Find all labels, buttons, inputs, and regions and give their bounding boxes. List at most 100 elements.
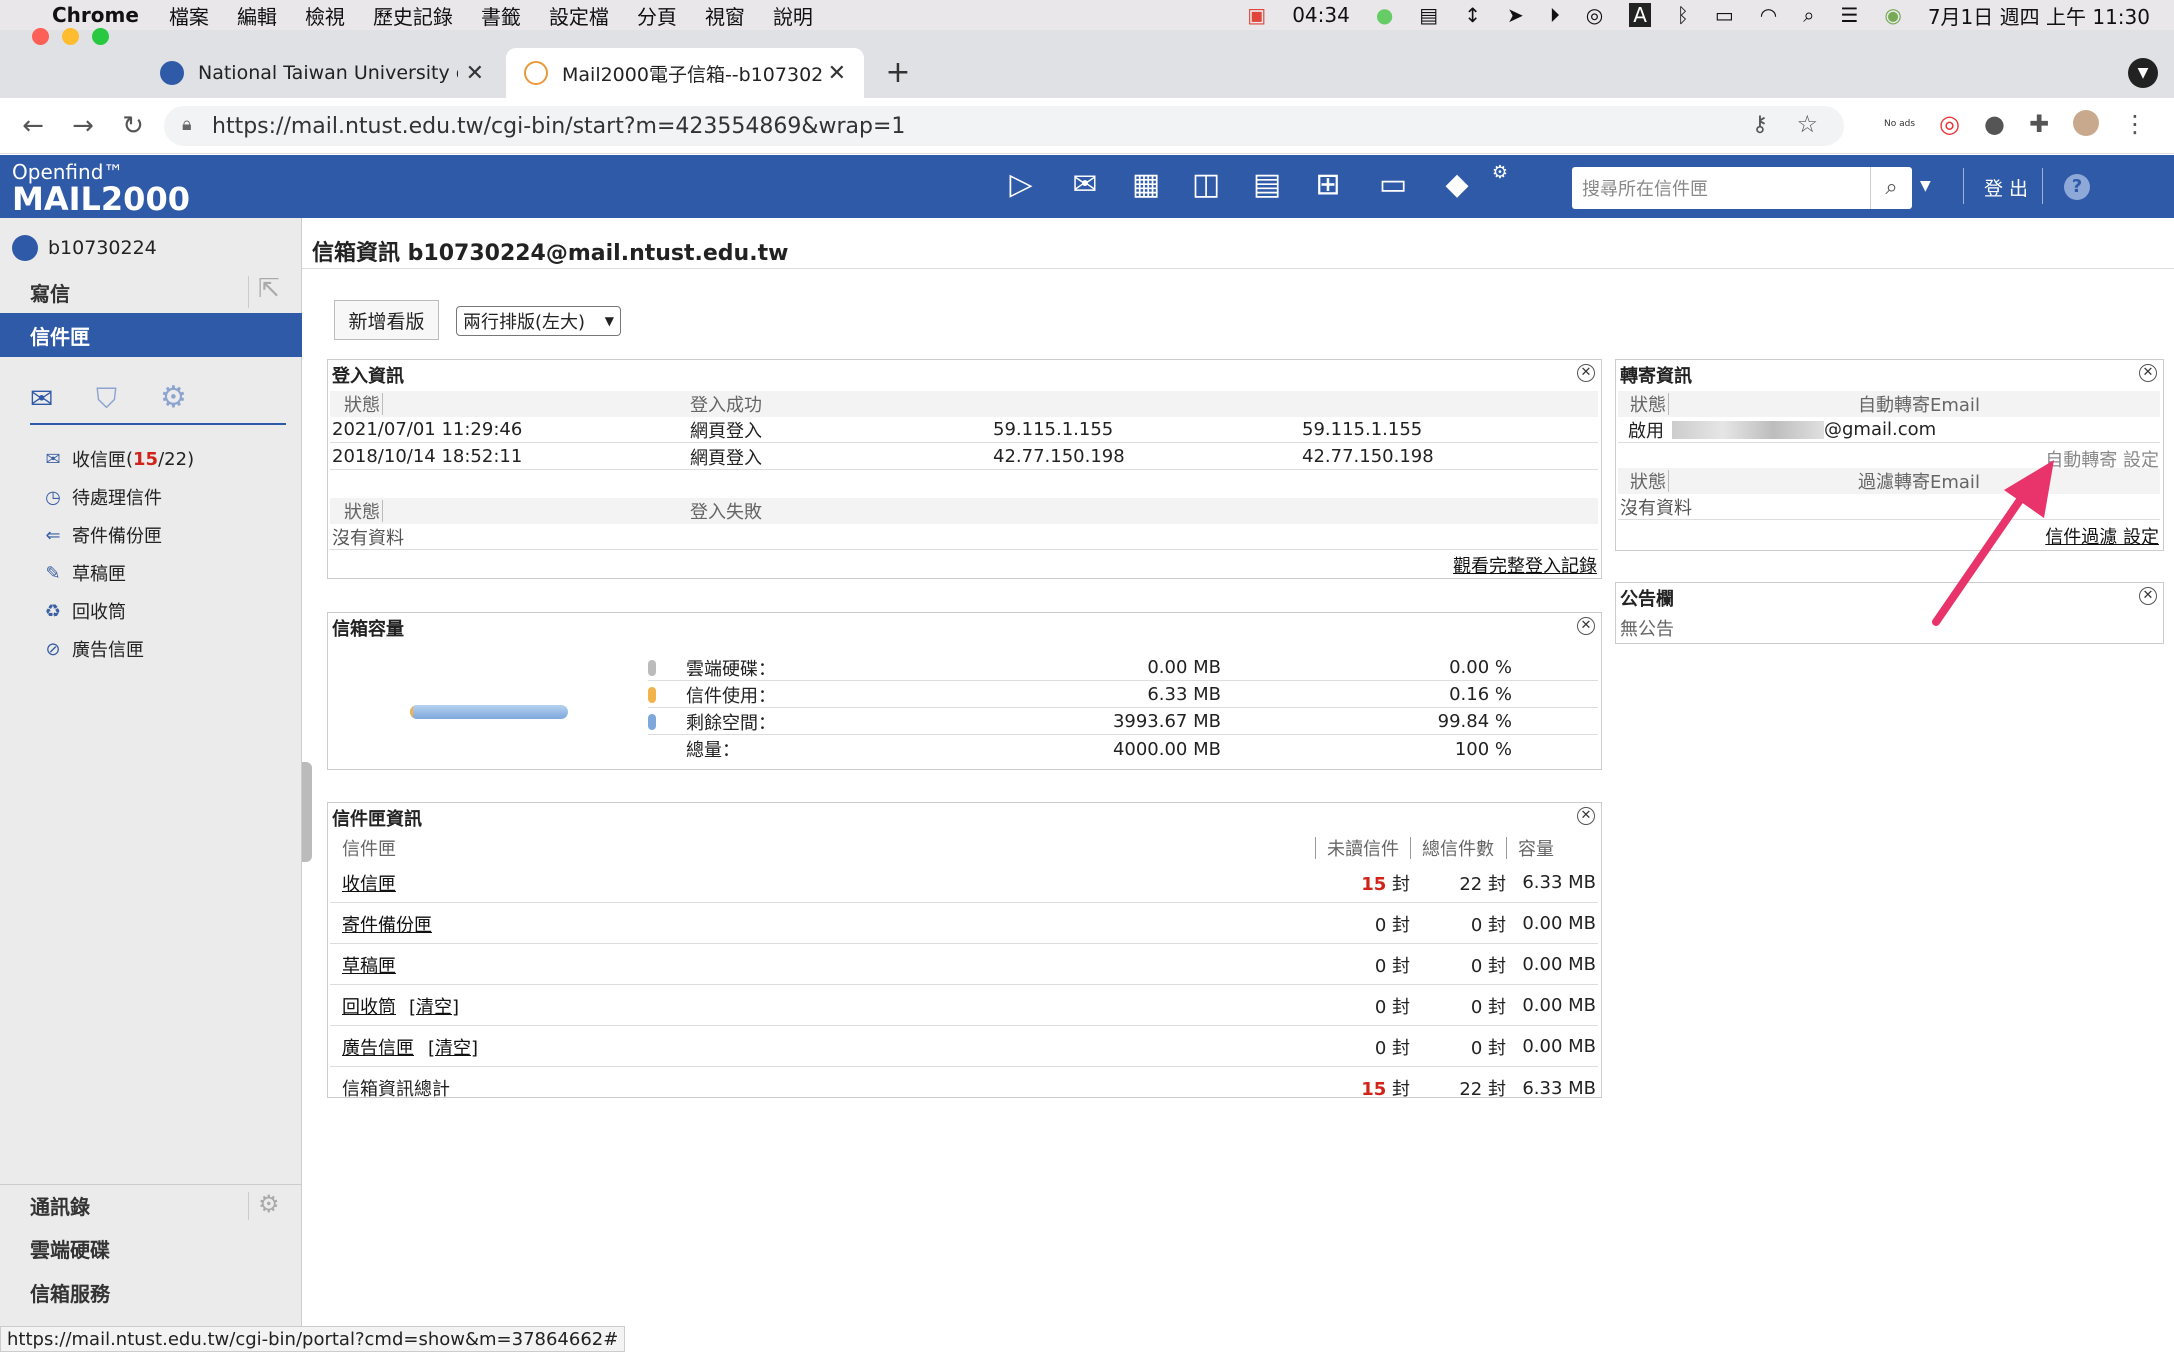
help-icon[interactable]: ?	[2064, 174, 2090, 200]
logo-mail2000[interactable]: MAIL2000	[12, 180, 190, 218]
menu-edit[interactable]: 編輯	[237, 1, 277, 30]
url-text[interactable]: https://mail.ntust.edu.tw/cgi-bin/start?…	[212, 114, 905, 139]
filter-settings-link[interactable]: 信件過濾 設定	[2045, 523, 2159, 549]
close-panel-icon[interactable]: ✕	[1577, 807, 1595, 825]
menu-history[interactable]: 歷史記錄	[373, 1, 453, 30]
tab-ntust[interactable]: National Taiwan University of S ✕	[142, 48, 502, 98]
news-icon[interactable]: ▤	[1247, 167, 1287, 202]
folder-link[interactable]: 草稿匣	[342, 952, 396, 978]
folder-settings-icon[interactable]: ⚙	[160, 380, 187, 415]
lock-icon[interactable]: 🔒︎	[182, 114, 192, 135]
empty-folder-link[interactable]: [清空]	[428, 1034, 478, 1060]
menu-help[interactable]: 說明	[773, 1, 813, 30]
tab-mail2000[interactable]: Mail2000電子信箱--b10730224 ✕	[506, 48, 864, 98]
add-board-button[interactable]: 新增看版	[334, 300, 439, 340]
search-icon[interactable]: ⌕	[1870, 167, 1912, 209]
new-tab-button[interactable]: +	[878, 54, 918, 94]
add-board-icon[interactable]: ⊞	[1308, 167, 1348, 202]
layout-select[interactable]: 兩行排版(左大) ▼	[456, 306, 621, 336]
input-method-icon[interactable]: A	[1629, 3, 1651, 27]
folder-spam[interactable]: ⊘ 廣告信匣	[42, 632, 144, 666]
close-window-icon[interactable]	[32, 28, 49, 45]
menu-view[interactable]: 檢視	[305, 1, 345, 30]
siri-icon[interactable]: ◉	[1884, 3, 1901, 27]
screenshot-icon[interactable]: ▤	[1419, 3, 1438, 27]
sidebar-item-cloud-disk[interactable]: 雲端硬碟	[0, 1226, 302, 1270]
popout-compose-icon[interactable]: ⇱	[258, 274, 280, 304]
logout-button[interactable]: 登 出	[1984, 174, 2028, 201]
menu-window[interactable]: 視窗	[705, 1, 745, 30]
tag-icon[interactable]: ◆	[1437, 167, 1477, 202]
line-icon[interactable]: ●	[1376, 3, 1393, 27]
timer-text[interactable]: 04:34	[1292, 3, 1350, 27]
folder-link[interactable]: 廣告信匣	[342, 1034, 414, 1060]
close-panel-icon[interactable]: ✕	[1577, 617, 1595, 635]
bookmark-star-icon[interactable]: ☆	[1796, 110, 1818, 138]
wifi-icon[interactable]: ◠	[1760, 3, 1777, 27]
bluetooth-icon[interactable]: ᛒ	[1677, 3, 1689, 27]
chrome-menu-icon[interactable]: ⋮	[2123, 110, 2147, 138]
sidebar-item-mailbox[interactable]: 信件匣	[0, 313, 302, 357]
red-extension-icon[interactable]: ◎	[1939, 110, 1960, 138]
folder-inbox[interactable]: ✉ 收信匣 ( 15 /22)	[42, 442, 194, 476]
folder-pending[interactable]: ◷ 待處理信件	[42, 480, 162, 514]
close-tab-icon[interactable]: ✕	[828, 61, 846, 86]
key-icon[interactable]: ⚷	[1752, 112, 1768, 137]
calendar-icon[interactable]: ▦	[1126, 167, 1166, 202]
folder-link[interactable]: 寄件備份匣	[342, 911, 432, 937]
close-panel-icon[interactable]: ✕	[2139, 364, 2157, 382]
folder-trash[interactable]: ♻ 回收筒	[42, 594, 126, 628]
menu-tab[interactable]: 分頁	[637, 1, 677, 30]
contacts-settings-icon[interactable]: ⚙	[258, 1190, 280, 1218]
notes-icon[interactable]: ▭	[1373, 167, 1413, 202]
filter-icon[interactable]: ⛉	[96, 382, 117, 416]
sidebar-item-contacts[interactable]: 通訊錄	[0, 1183, 302, 1227]
forward-icon[interactable]: →	[58, 111, 108, 141]
menu-profiles[interactable]: 設定檔	[549, 1, 609, 30]
capacity-row: 剩餘空間： 3993.67 MB 99.84 %	[648, 709, 1598, 735]
airdrop-icon[interactable]: ◎	[1586, 3, 1603, 27]
search-dropdown-icon[interactable]: ▼	[1920, 178, 1931, 194]
close-panel-icon[interactable]: ✕	[1577, 364, 1595, 382]
address-bar[interactable]: 🔒︎ https://mail.ntust.edu.tw/cgi-bin/sta…	[164, 106, 1844, 146]
folder-sent[interactable]: ⇐ 寄件備份匣	[42, 518, 162, 552]
folder-view-icon[interactable]: ✉	[30, 382, 53, 415]
puzzle-extensions-icon[interactable]: ✚	[2029, 110, 2049, 138]
close-tab-icon[interactable]: ✕	[466, 61, 484, 86]
spotlight-icon[interactable]: ⌕	[1803, 3, 1814, 27]
menu-bookmarks[interactable]: 書籤	[481, 1, 521, 30]
maximize-window-icon[interactable]	[92, 28, 109, 45]
close-panel-icon[interactable]: ✕	[2139, 587, 2157, 605]
send-receive-icon[interactable]: ▷	[1001, 167, 1041, 202]
folder-link[interactable]: 回收筒	[342, 993, 396, 1019]
folder-link[interactable]: 收信匣	[342, 870, 396, 896]
menubar-app-name[interactable]: Chrome	[52, 3, 139, 27]
used-legend-dot	[648, 686, 656, 703]
back-icon[interactable]: ←	[8, 111, 58, 141]
updown-icon[interactable]: ↕	[1464, 3, 1481, 27]
settings-gear-icon[interactable]: ⚙	[1480, 162, 1520, 183]
folder-drafts[interactable]: ✎ 草稿匣	[42, 556, 126, 590]
minimize-window-icon[interactable]	[62, 28, 79, 45]
timer-icon[interactable]: ▣	[1247, 3, 1266, 27]
compose-button[interactable]: 寫信	[0, 270, 302, 314]
empty-folder-link[interactable]: [清空]	[409, 993, 459, 1019]
control-center-icon[interactable]: ☰	[1840, 3, 1858, 27]
sidebar-item-services[interactable]: 信箱服務	[0, 1270, 302, 1314]
mail-icon[interactable]: ✉	[1065, 167, 1105, 202]
lens-extension-icon[interactable]: ●	[1984, 110, 2005, 138]
sidebar-collapse-handle[interactable]	[302, 762, 312, 862]
bird-icon[interactable]: ➤	[1507, 3, 1524, 27]
profile-avatar[interactable]	[2073, 110, 2100, 136]
reload-icon[interactable]: ↻	[108, 111, 158, 141]
cloud-disk-icon[interactable]: ◫	[1186, 167, 1226, 202]
search-input[interactable]: 搜尋所在信件匣 ⌕	[1572, 167, 1912, 209]
battery-icon[interactable]: ▭	[1715, 3, 1734, 27]
full-login-log-link[interactable]: 觀看完整登入記錄	[1453, 552, 1597, 578]
play-icon[interactable]: ⏵	[1550, 3, 1560, 27]
clock-datetime[interactable]: 7月1日 週四 上午 11:30	[1928, 1, 2150, 30]
total-count: 0 封	[1470, 914, 1506, 936]
tab-search-icon[interactable]: ▼	[2128, 58, 2158, 88]
noads-extension-icon[interactable]: No ads	[1884, 110, 1915, 138]
menu-file[interactable]: 檔案	[169, 1, 209, 30]
